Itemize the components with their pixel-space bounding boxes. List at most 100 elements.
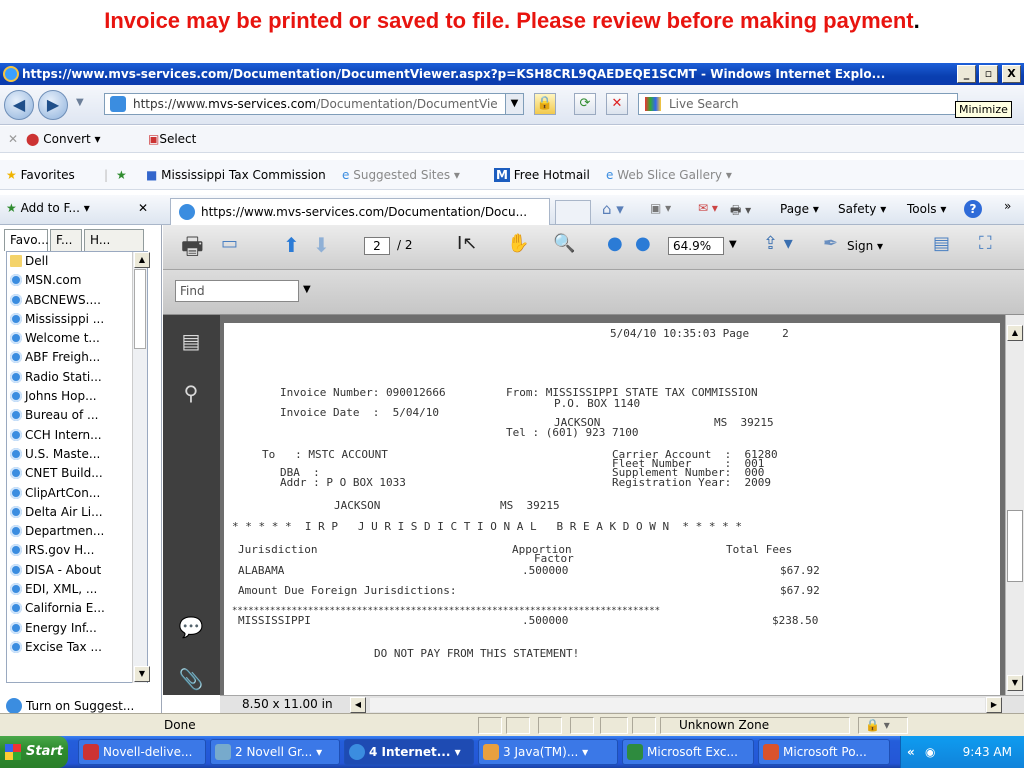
favorite-item[interactable]: IRS.gov H... bbox=[7, 541, 147, 560]
network-icon[interactable]: ◉ bbox=[925, 736, 935, 768]
comments-icon[interactable]: 💬 bbox=[173, 615, 209, 645]
page-number-input[interactable]: 2 bbox=[364, 237, 390, 255]
address-input[interactable]: https://www.mvs-services.com/Documentati… bbox=[104, 93, 524, 115]
stop-icon[interactable]: ✕ bbox=[606, 93, 628, 115]
zoom-out-icon[interactable]: ● bbox=[607, 233, 623, 254]
favorite-item[interactable]: CNET Build... bbox=[7, 464, 147, 483]
tab-document-viewer[interactable]: https://www.mvs-services.com/Documentati… bbox=[170, 198, 550, 225]
print-icon[interactable]: 🖶 bbox=[181, 229, 204, 270]
attachments-icon[interactable]: 📎 bbox=[173, 667, 209, 697]
scroll-thumb[interactable] bbox=[134, 269, 146, 349]
scroll-thumb[interactable] bbox=[1007, 510, 1023, 582]
favorite-folder[interactable]: Dell bbox=[7, 252, 147, 271]
next-page-icon[interactable]: ⬇ bbox=[313, 233, 330, 257]
refresh-icon[interactable]: ⟳ bbox=[574, 93, 596, 115]
scroll-right-icon[interactable]: ▶ bbox=[986, 697, 1002, 713]
overflow-chevron-icon[interactable]: » bbox=[1004, 199, 1011, 213]
maximize-button[interactable]: ▫ bbox=[979, 65, 998, 83]
favorite-item[interactable]: Departmen... bbox=[7, 522, 147, 541]
history-dropdown-icon[interactable]: ▼ bbox=[76, 97, 84, 108]
favorite-item[interactable]: Bureau of ... bbox=[7, 406, 147, 425]
favorite-item[interactable]: EDI, XML, ... bbox=[7, 580, 147, 599]
task-internet-explorer[interactable]: 4 Internet... ▾ bbox=[344, 739, 474, 765]
scroll-down-icon[interactable]: ▼ bbox=[1007, 675, 1023, 691]
favorite-item[interactable]: Welcome t... bbox=[7, 329, 147, 348]
search-input[interactable]: Live Search bbox=[638, 93, 958, 115]
zoom-dropdown-icon[interactable]: ▼ bbox=[729, 239, 737, 250]
task-powerpoint[interactable]: Microsoft Po... bbox=[758, 739, 890, 765]
close-pane-icon[interactable]: ✕ bbox=[138, 201, 148, 215]
fav-link-suggested[interactable]: e Suggested Sites ▾ bbox=[342, 160, 460, 190]
find-dropdown-icon[interactable]: ▼ bbox=[303, 284, 311, 295]
fit-page-icon[interactable]: ▤ bbox=[933, 233, 950, 254]
scroll-left-icon[interactable]: ◀ bbox=[350, 697, 366, 713]
tab-favorites[interactable]: Favo... bbox=[4, 229, 49, 251]
scroll-up-icon[interactable]: ▲ bbox=[1007, 325, 1023, 341]
select-tool-icon[interactable]: I↖ bbox=[457, 233, 477, 254]
clock[interactable]: 9:43 AM bbox=[963, 745, 1012, 759]
tab-feeds[interactable]: F... bbox=[50, 229, 82, 251]
mail-icon[interactable]: ✉ ▾ bbox=[698, 201, 718, 215]
protected-mode-icon[interactable]: 🔒 ▾ bbox=[858, 717, 908, 734]
scroll-down-icon[interactable]: ▼ bbox=[134, 666, 150, 682]
binoculars-icon[interactable]: ⚲ bbox=[173, 381, 209, 411]
address-dropdown-icon[interactable]: ▼ bbox=[505, 94, 523, 114]
favorites-button[interactable]: ★ Favorites bbox=[6, 160, 75, 190]
scroll-up-icon[interactable]: ▲ bbox=[134, 252, 150, 268]
tab-history[interactable]: H... bbox=[84, 229, 144, 251]
fullscreen-icon[interactable]: ⛶ bbox=[979, 233, 992, 254]
favorite-item[interactable]: ABCNEWS.... bbox=[7, 291, 147, 310]
help-icon[interactable]: ? bbox=[964, 200, 982, 218]
start-button[interactable]: Start bbox=[0, 736, 68, 768]
sign-pen-icon[interactable]: ✒ bbox=[823, 233, 838, 254]
email-icon[interactable]: ▭ bbox=[221, 233, 238, 254]
favorite-item[interactable]: Excise Tax ... bbox=[7, 638, 147, 657]
close-toolbar-icon[interactable]: ✕ bbox=[8, 126, 18, 153]
zoom-select[interactable]: 64.9% bbox=[668, 237, 724, 255]
feeds-icon[interactable]: ▣ ▾ bbox=[650, 201, 671, 215]
print-icon[interactable]: 🖶 ▾ bbox=[730, 201, 751, 222]
task-excel[interactable]: Microsoft Exc... bbox=[622, 739, 754, 765]
favorite-item[interactable]: U.S. Maste... bbox=[7, 445, 147, 464]
convert-button[interactable]: ⬤ Convert ▾ bbox=[26, 126, 101, 153]
favorite-item[interactable]: California E... bbox=[7, 599, 147, 618]
favorite-item[interactable]: Johns Hop... bbox=[7, 387, 147, 406]
favorite-item[interactable]: Energy Inf... bbox=[7, 619, 147, 638]
favorite-item[interactable]: ClipArtCon... bbox=[7, 484, 147, 503]
back-button[interactable]: ◀ bbox=[4, 90, 34, 120]
fav-link-hotmail[interactable]: M Free Hotmail bbox=[494, 160, 590, 190]
favorite-item[interactable]: Mississippi ... bbox=[7, 310, 147, 329]
tray-expand-icon[interactable]: « bbox=[907, 736, 915, 768]
task-java[interactable]: 3 Java(TM)... ▾ bbox=[478, 739, 618, 765]
favorites-scrollbar[interactable]: ▲ ▼ bbox=[132, 252, 150, 683]
fav-link-mississippi[interactable]: ■ Mississippi Tax Commission bbox=[146, 160, 326, 190]
close-button[interactable]: X bbox=[1002, 65, 1021, 83]
task-novell-groupwise[interactable]: 2 Novell Gr... ▾ bbox=[210, 739, 340, 765]
hand-tool-icon[interactable]: ✋ bbox=[507, 233, 529, 254]
favorite-item[interactable]: DISA - About bbox=[7, 561, 147, 580]
add-favorite-icon[interactable]: ★ bbox=[116, 160, 127, 190]
lock-icon[interactable]: 🔒 bbox=[534, 93, 556, 115]
forward-button[interactable]: ▶ bbox=[38, 90, 68, 120]
task-novell-delivery[interactable]: Novell-delive... bbox=[78, 739, 206, 765]
favorite-item[interactable]: CCH Intern... bbox=[7, 426, 147, 445]
find-input[interactable]: Find bbox=[175, 280, 299, 302]
safety-menu[interactable]: Safety ▾ bbox=[838, 202, 886, 216]
tools-menu[interactable]: Tools ▾ bbox=[907, 202, 946, 216]
favorite-item[interactable]: MSN.com bbox=[7, 271, 147, 290]
pages-icon[interactable]: ▤ bbox=[173, 329, 209, 359]
minimize-button[interactable]: _ bbox=[957, 65, 976, 83]
sign-button[interactable]: Sign ▾ bbox=[847, 239, 883, 253]
zoom-in-icon[interactable]: ● bbox=[635, 233, 651, 254]
new-tab-button[interactable] bbox=[555, 200, 591, 224]
page-menu[interactable]: Page ▾ bbox=[780, 202, 819, 216]
select-button[interactable]: ▣Select bbox=[148, 126, 196, 153]
zoom-tool-icon[interactable]: 🔍 bbox=[553, 233, 575, 254]
favorite-item[interactable]: Radio Stati... bbox=[7, 368, 147, 387]
share-icon[interactable]: ⇪ ▾ bbox=[763, 233, 793, 254]
document-vscrollbar[interactable]: ▲ ▼ bbox=[1005, 315, 1024, 695]
home-icon[interactable]: ⌂ ▾ bbox=[602, 200, 624, 218]
fav-link-webslice[interactable]: e Web Slice Gallery ▾ bbox=[606, 160, 732, 190]
hscroll-track[interactable] bbox=[370, 698, 985, 712]
favorite-item[interactable]: Delta Air Li... bbox=[7, 503, 147, 522]
